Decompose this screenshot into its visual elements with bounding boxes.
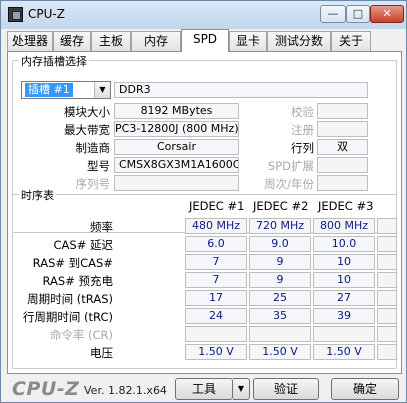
- timing-cell: [249, 326, 311, 342]
- registered-label: 注册: [291, 123, 314, 137]
- tab-cache[interactable]: 缓存: [53, 31, 91, 51]
- tools-button[interactable]: 工具: [175, 378, 233, 400]
- timing-label: RAS# 预充电: [42, 274, 113, 288]
- timing-cell: 17: [185, 290, 247, 306]
- correction: [317, 103, 368, 119]
- window-title: CPU-Z: [28, 7, 65, 21]
- col-jedec1: JEDEC #1: [189, 199, 245, 213]
- timing-label: 频率: [90, 220, 113, 234]
- timing-cell: 1.50 V: [185, 344, 247, 360]
- part-number-label: 型号: [87, 159, 110, 173]
- module-size-label: 模块大小: [64, 105, 110, 119]
- cpuz-app-icon: [8, 7, 23, 22]
- timing-cell: [377, 272, 397, 288]
- close-button[interactable]: ✕: [370, 5, 404, 23]
- timing-cell: 9: [249, 272, 311, 288]
- timing-cell: [377, 254, 397, 270]
- timing-cell: 39: [313, 308, 375, 324]
- maximize-button[interactable]: □: [346, 5, 370, 23]
- timing-cell: 800 MHz: [313, 218, 375, 234]
- timing-cell: 7: [185, 272, 247, 288]
- tab-bench[interactable]: 测试分数: [267, 31, 331, 51]
- slot-select[interactable]: 插槽 #1 ▼: [21, 81, 111, 99]
- timing-label: 周期时间 (tRAS): [27, 292, 113, 306]
- version-text: Ver. 1.82.1.x64: [84, 384, 167, 397]
- timing-cell: [313, 326, 375, 342]
- timing-label: RAS# 到CAS#: [32, 256, 113, 270]
- timing-cell: [185, 326, 247, 342]
- cpuz-logo: CPU-Z: [12, 378, 80, 400]
- timing-cell: 6.0: [185, 236, 247, 252]
- timing-label: 行周期时间 (tRC): [22, 310, 113, 324]
- spd-ext: [317, 157, 368, 173]
- module-size: 8192 MBytes: [114, 103, 239, 119]
- timing-cell: [377, 326, 397, 342]
- timing-cell: 10: [313, 272, 375, 288]
- timings-group-title: 时序表: [19, 187, 56, 203]
- timing-cell: 24: [185, 308, 247, 324]
- spd-panel: 内存插槽选择 插槽 #1 ▼ DDR3 模块大小 8192 MBytes 校验 …: [7, 51, 402, 374]
- cpuz-window: CPU-Z — □ ✕ 处理器 缓存 主板 内存 SPD 显卡 测试分数 关于 …: [0, 0, 407, 403]
- tab-mainboard[interactable]: 主板: [91, 31, 131, 51]
- slot-selected-value: 插槽 #1: [25, 83, 73, 97]
- timing-cell: [377, 236, 397, 252]
- tab-about[interactable]: 关于: [331, 31, 371, 51]
- validate-button[interactable]: 验证: [253, 378, 319, 400]
- title-bar[interactable]: CPU-Z — □ ✕: [1, 1, 406, 29]
- max-bandwidth-label: 最大带宽: [64, 123, 110, 137]
- serial-label: 序列号: [75, 177, 111, 191]
- chevron-down-icon[interactable]: ▼: [233, 378, 250, 400]
- timing-label: 电压: [90, 346, 113, 360]
- tab-strip: 处理器 缓存 主板 内存 SPD 显卡 测试分数 关于: [7, 29, 402, 52]
- timing-cell: [377, 218, 397, 234]
- timing-cell: 7: [185, 254, 247, 270]
- timing-cell: 720 MHz: [249, 218, 311, 234]
- registered: [317, 121, 368, 137]
- minimize-button[interactable]: —: [320, 5, 346, 23]
- ranks-label: 行列: [291, 141, 314, 155]
- timing-cell: 35: [249, 308, 311, 324]
- week-year-label: 周次/年份: [264, 177, 314, 191]
- timing-cell: [377, 344, 397, 360]
- tab-spd[interactable]: SPD: [181, 29, 229, 52]
- ok-button[interactable]: 确定: [331, 378, 399, 400]
- timing-cell: 9: [249, 254, 311, 270]
- manufacturer-label: 制造商: [75, 141, 111, 155]
- tab-processor[interactable]: 处理器: [7, 31, 53, 51]
- spd-ext-label: SPD扩展: [267, 159, 314, 173]
- timing-cell: 27: [313, 290, 375, 306]
- manufacturer: Corsair: [114, 139, 239, 155]
- week-year: [317, 175, 368, 191]
- timing-cell: [377, 308, 397, 324]
- memory-type: DDR3: [114, 82, 368, 98]
- col-jedec3: JEDEC #3: [318, 199, 374, 213]
- slot-group-title: 内存插槽选择: [19, 53, 89, 69]
- correction-label: 校验: [291, 105, 314, 119]
- col-jedec2: JEDEC #2: [253, 199, 309, 213]
- timing-cell: 9.0: [249, 236, 311, 252]
- timing-cell: 10.0: [313, 236, 375, 252]
- timing-cell: 25: [249, 290, 311, 306]
- timing-cell: 1.50 V: [313, 344, 375, 360]
- chevron-down-icon[interactable]: ▼: [94, 82, 110, 98]
- timings-group: 时序表 JEDEC #1 JEDEC #2 JEDEC #3 频率 480 MHz…: [12, 187, 397, 369]
- max-bandwidth: PC3-12800J (800 MHz): [114, 121, 239, 137]
- tab-graphics[interactable]: 显卡: [229, 31, 267, 51]
- timing-label: 命令率 (CR): [49, 328, 113, 342]
- timing-cell: 10: [313, 254, 375, 270]
- timing-label: CAS# 延迟: [53, 238, 114, 252]
- timing-cell: [377, 290, 397, 306]
- serial: [114, 175, 239, 191]
- ranks: 双: [317, 139, 368, 155]
- timing-cell: 1.50 V: [249, 344, 311, 360]
- part-number: CMSX8GX3M1A1600C10: [114, 157, 239, 173]
- timing-cell: 480 MHz: [185, 218, 247, 234]
- tab-memory[interactable]: 内存: [131, 31, 181, 51]
